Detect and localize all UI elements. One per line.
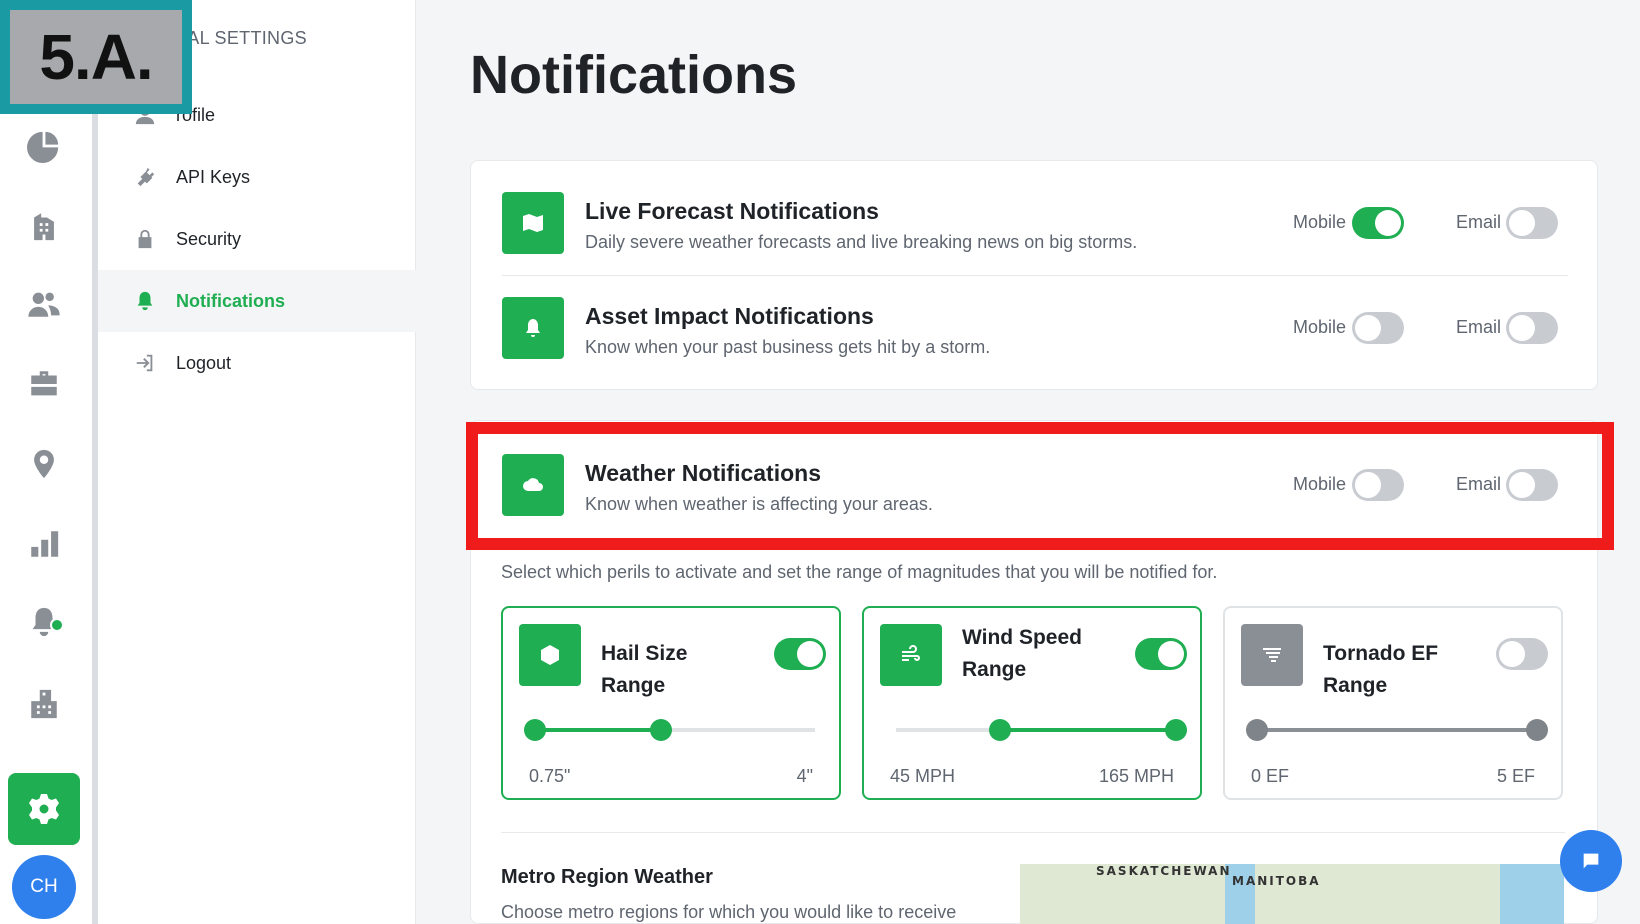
peril-toggle[interactable] [1496,638,1548,670]
email-toggle-label: Email [1456,212,1502,232]
region-map[interactable]: SASKATCHEWAN MANITOBA [1020,864,1564,924]
bell-icon [132,288,158,314]
mobile-toggle-label: Mobile [1293,317,1347,337]
notification-subtitle: Daily severe weather forecasts and live … [585,232,1138,252]
notification-row-asset-impact: Asset Impact Notifications Know when you… [502,297,1568,359]
range-max-handle[interactable] [1165,719,1187,741]
email-toggle-label: Email [1456,317,1502,337]
sidebar-item-label: Security [176,228,242,249]
settings-rail-button[interactable] [8,773,80,845]
email-toggle[interactable] [1506,312,1558,344]
step-label-text: 5.A. [10,10,182,104]
range-max-label: 165 MPH [1098,766,1174,786]
peril-toggle[interactable] [774,638,826,670]
icon-rail: CH [0,0,98,924]
peril-toggle[interactable] [1135,638,1187,670]
notification-settings-card: Live Forecast Notifications Daily severe… [470,160,1598,390]
settings-sidebar: NAL SETTINGS rofile API Keys Security No… [98,0,416,924]
sidebar-item-label: Notifications [176,290,286,311]
bar-chart-icon[interactable] [24,524,64,564]
highlight-box [466,422,1614,550]
range-min-handle[interactable] [524,719,546,741]
chat-icon [1583,853,1599,869]
range-fill [535,728,661,732]
range-min-label: 0 EF [1251,766,1290,786]
bell-icon [502,297,564,359]
mobile-toggle[interactable] [1352,312,1404,344]
mobile-toggle[interactable] [1352,207,1404,239]
sidebar-item-logout[interactable]: Logout [98,332,416,394]
notification-title: Live Forecast Notifications [585,198,879,224]
briefcase-icon[interactable] [24,364,64,404]
section-divider [501,832,1565,833]
sidebar-item-label: API Keys [176,166,251,187]
building-icon[interactable] [24,206,64,246]
hexagon-icon [519,624,581,686]
peril-title: Hail Size Range [601,642,688,697]
email-toggle[interactable] [1506,207,1558,239]
office-icon[interactable] [24,684,64,724]
sidebar-item-security[interactable]: Security [98,208,416,270]
peril-card-wind: Wind Speed Range 45 MPH 165 MPH [862,606,1202,800]
step-label-stamp: 5.A. [0,0,192,114]
lock-icon [132,226,158,252]
range-fill [1257,728,1537,732]
logout-icon [132,350,158,376]
notification-title: Asset Impact Notifications [585,303,874,329]
pie-chart-icon[interactable] [24,126,64,166]
avatar[interactable]: CH [12,855,76,919]
chat-button[interactable] [1560,830,1622,892]
peril-title: Wind Speed Range [962,626,1082,681]
notification-subtitle: Know when your past business gets hit by… [585,337,991,357]
sidebar-item-api-keys[interactable]: API Keys [98,146,416,208]
metro-section-title: Metro Region Weather [501,866,713,888]
range-max-label: 4" [796,766,813,786]
notification-row-live-forecast: Live Forecast Notifications Daily severe… [502,192,1568,254]
gear-icon [29,794,59,824]
range-min-handle[interactable] [1246,719,1268,741]
range-max-label: 5 EF [1496,766,1535,786]
perils-help-text: Select which perils to activate and set … [501,562,1218,582]
range-min-label: 45 MPH [890,766,956,786]
peril-card-tornado: Tornado EF Range 0 EF 5 EF [1223,606,1563,800]
sidebar-section-title: NAL SETTINGS [174,28,307,48]
users-icon[interactable] [24,284,64,324]
notification-badge-dot [50,618,64,632]
sidebar-item-notifications[interactable]: Notifications [98,270,416,332]
map-label: SASKATCHEWAN [1096,864,1232,878]
range-min-label: 0.75" [529,766,571,786]
map-label: MANITOBA [1232,874,1321,888]
map-pin-icon[interactable] [24,444,64,484]
mobile-toggle-label: Mobile [1293,212,1347,232]
range-max-handle[interactable] [1526,719,1548,741]
range-slider[interactable] [524,719,815,741]
plug-icon [132,164,158,190]
peril-card-hail: Hail Size Range 0.75" 4" [501,606,841,800]
row-divider [502,275,1568,276]
peril-title: Tornado EF Range [1323,642,1439,697]
range-max-handle[interactable] [650,719,672,741]
page-title: Notifications [470,45,798,105]
map-icon [502,192,564,254]
map-water [1500,864,1564,924]
wind-icon [880,624,942,686]
range-fill [999,728,1176,732]
sidebar-item-label: Logout [176,352,232,373]
metro-section-subtitle: Choose metro regions for which you would… [501,902,957,922]
tornado-icon [1241,624,1303,686]
range-min-handle[interactable] [988,719,1011,741]
range-slider[interactable] [896,719,1187,741]
range-slider[interactable] [1246,719,1548,741]
